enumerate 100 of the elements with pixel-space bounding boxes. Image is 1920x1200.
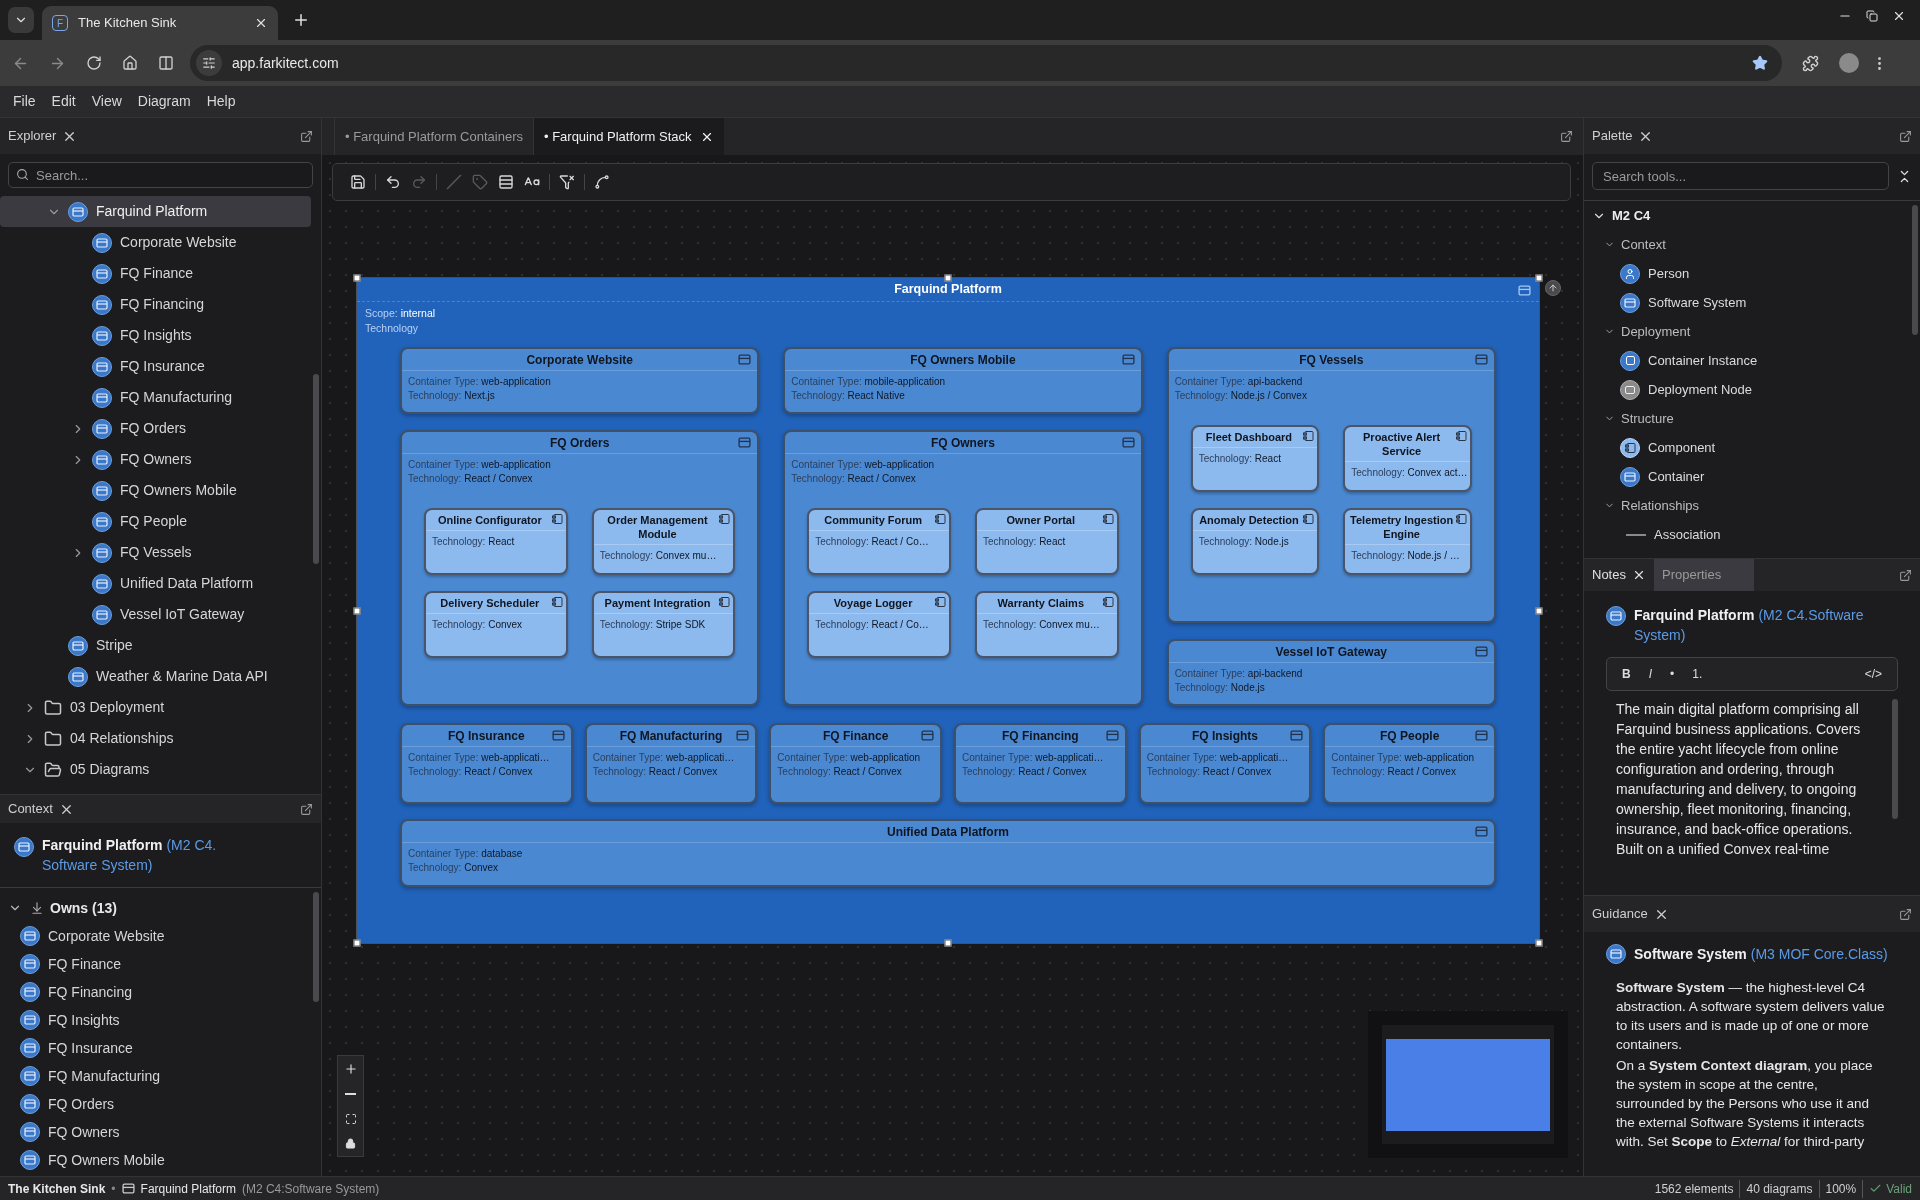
close-icon[interactable] (254, 16, 268, 30)
menu-item[interactable]: Diagram (130, 91, 198, 112)
menu-item[interactable]: View (84, 91, 129, 112)
owned-item[interactable]: FQ Insurance (0, 1034, 321, 1062)
tree-item[interactable]: FQ Manufacturing (0, 382, 311, 413)
palette-tool[interactable]: Deployment Node (1584, 375, 1920, 404)
curve-icon[interactable] (594, 174, 610, 190)
tree-item[interactable]: 03 Deployment (0, 692, 311, 723)
component-card[interactable]: Fleet Dashboard Technology: React (1190, 425, 1320, 492)
tree-item[interactable]: 05 Diagrams (0, 754, 311, 785)
menu-item[interactable]: Edit (44, 91, 83, 112)
resize-handle[interactable] (944, 274, 952, 282)
component-card[interactable]: Telemetry Ingestion Engine Technology: Node.js / … (1343, 508, 1472, 575)
component-card[interactable]: Warranty Claims Technology: Convex mu… (974, 591, 1119, 658)
resize-handle[interactable] (1535, 607, 1543, 614)
palette-section[interactable]: Structure (1621, 408, 1674, 429)
scrollbar[interactable] (313, 892, 319, 1002)
external-link-icon[interactable] (1899, 568, 1912, 582)
resize-handle[interactable] (353, 607, 361, 614)
component-card[interactable]: Proactive Alert Service Technology: Convex act… (1343, 425, 1472, 492)
palette-section[interactable]: Relationships (1621, 495, 1700, 516)
section-heading[interactable]: Owns (13) (50, 897, 117, 919)
component-card[interactable]: Delivery Scheduler Technology: Convex (424, 591, 568, 658)
resize-handle[interactable] (353, 274, 361, 282)
browser-tab[interactable]: F The Kitchen Sink (42, 6, 278, 40)
owned-item[interactable]: FQ Manufacturing (0, 1062, 321, 1090)
format-button[interactable]: 1. (1683, 665, 1712, 683)
reload-icon[interactable] (86, 55, 102, 71)
owned-item[interactable]: Corporate Website (0, 922, 321, 950)
tree-item[interactable]: FQ Orders (0, 413, 311, 444)
menu-item[interactable]: File (6, 91, 43, 112)
search-field[interactable]: Search tools... (1592, 162, 1889, 190)
collapse-button[interactable] (1545, 280, 1561, 296)
container-card[interactable]: FQ Owners Mobile Container Type: mobile-application Technology: React Native (783, 347, 1143, 414)
resize-handle[interactable] (353, 939, 361, 947)
container-card[interactable]: Vessel IoT Gateway Container Type: api-backend Technology: Node.js (1166, 639, 1496, 706)
extensions-icon[interactable] (1802, 54, 1819, 72)
container-card[interactable]: FQ Financing Container Type: web-applicati… Technology: React / Convex (954, 723, 1127, 804)
component-card[interactable]: Order Management Module Technology: Convex mu… (591, 508, 736, 575)
format-button[interactable]: I (1639, 665, 1661, 683)
component-card[interactable]: Voyage Logger Technology: React / Co… (807, 591, 951, 658)
palette-tool[interactable]: Container (1584, 462, 1920, 491)
palette-group[interactable]: M2 C4 (1612, 205, 1651, 226)
tree-item[interactable]: Vessel IoT Gateway (0, 599, 311, 630)
component-card[interactable]: Community Forum Technology: React / Co… (807, 508, 951, 575)
container-card[interactable]: Corporate Website Container Type: web-application Technology: Next.js (400, 347, 760, 414)
container-card[interactable] (400, 430, 760, 706)
palette-section[interactable]: Deployment (1621, 321, 1691, 342)
external-link-icon[interactable] (1560, 130, 1573, 143)
tree-item[interactable]: Unified Data Platform (0, 568, 311, 599)
container-card[interactable]: FQ Manufacturing Container Type: web-applicati… Technology: React / Convex (584, 723, 758, 804)
tree-item[interactable]: 04 Relationships (0, 723, 311, 754)
resize-handle[interactable] (1535, 939, 1543, 947)
scrollbar[interactable] (313, 374, 319, 564)
close-icon[interactable] (1892, 9, 1906, 23)
resize-handle[interactable] (944, 939, 952, 947)
filter-clear-icon[interactable] (559, 174, 575, 190)
palette-section[interactable]: Context (1621, 234, 1666, 255)
tab-list-button[interactable] (8, 7, 34, 33)
palette-tool[interactable]: Person (1584, 259, 1920, 288)
tree-item[interactable]: FQ Finance (0, 258, 311, 289)
tree-item[interactable]: Farquind Platform (0, 196, 311, 227)
owned-item[interactable]: FQ Owners Mobile (0, 1146, 321, 1174)
format-button[interactable]: • (1661, 665, 1684, 683)
scrollbar[interactable] (1912, 205, 1918, 335)
panel-tab[interactable]: Properties (1653, 559, 1754, 591)
tree-item[interactable]: FQ Owners (0, 444, 311, 475)
format-button[interactable]: </> (1855, 665, 1891, 683)
home-icon[interactable] (122, 55, 138, 71)
tree-item[interactable]: Weather & Marine Data API (0, 661, 311, 692)
tree-item[interactable]: FQ People (0, 506, 311, 537)
tree-item[interactable]: FQ Financing (0, 289, 311, 320)
owned-item[interactable]: FQ Insights (0, 1006, 321, 1034)
tree-item[interactable]: Corporate Website (0, 227, 311, 258)
container-card[interactable]: FQ Insurance Container Type: web-applicati… Technology: React / Convex (400, 723, 573, 804)
palette-tool[interactable]: Software System (1584, 288, 1920, 317)
component-card[interactable]: Anomaly Detection Technology: Node.js (1190, 508, 1320, 575)
scrollbar[interactable] (1892, 699, 1898, 819)
palette-tool[interactable]: Component (1584, 433, 1920, 462)
minimap[interactable] (1368, 1011, 1568, 1158)
save-icon[interactable] (350, 174, 366, 190)
new-tab-icon[interactable] (292, 11, 310, 29)
external-link-icon[interactable] (1899, 907, 1912, 921)
restore-icon[interactable] (1866, 10, 1878, 22)
notes-text[interactable]: The main digital platform comprising all Farquind business applications. Covers the entire yacht lifecycle from online configuration and ordering, through manufacturing and delivery, to ongoing ownership, fleet monitoring, financing, insurance, and back-office operations. Built on a unified Convex real-time (1606, 699, 1892, 887)
owned-item[interactable]: FQ Finance (0, 950, 321, 978)
component-card[interactable]: Online Configurator Technology: React (424, 508, 568, 575)
tree-item[interactable]: Stripe (0, 630, 311, 661)
container-card[interactable] (783, 430, 1143, 706)
tree-item[interactable]: FQ Vessels (0, 537, 311, 568)
avatar[interactable] (1839, 53, 1859, 73)
external-link-icon[interactable] (300, 129, 313, 143)
tree-item[interactable]: FQ Insurance (0, 351, 311, 382)
undo-icon[interactable] (385, 174, 401, 190)
split-view-icon[interactable] (158, 55, 174, 71)
owned-item[interactable]: FQ Orders (0, 1090, 321, 1118)
editor-tab[interactable]: • Farquind Platform Stack (532, 118, 724, 155)
owned-item[interactable]: FQ Owners (0, 1118, 321, 1146)
external-link-icon[interactable] (1899, 129, 1912, 143)
palette-tool[interactable]: Container Instance (1584, 346, 1920, 375)
